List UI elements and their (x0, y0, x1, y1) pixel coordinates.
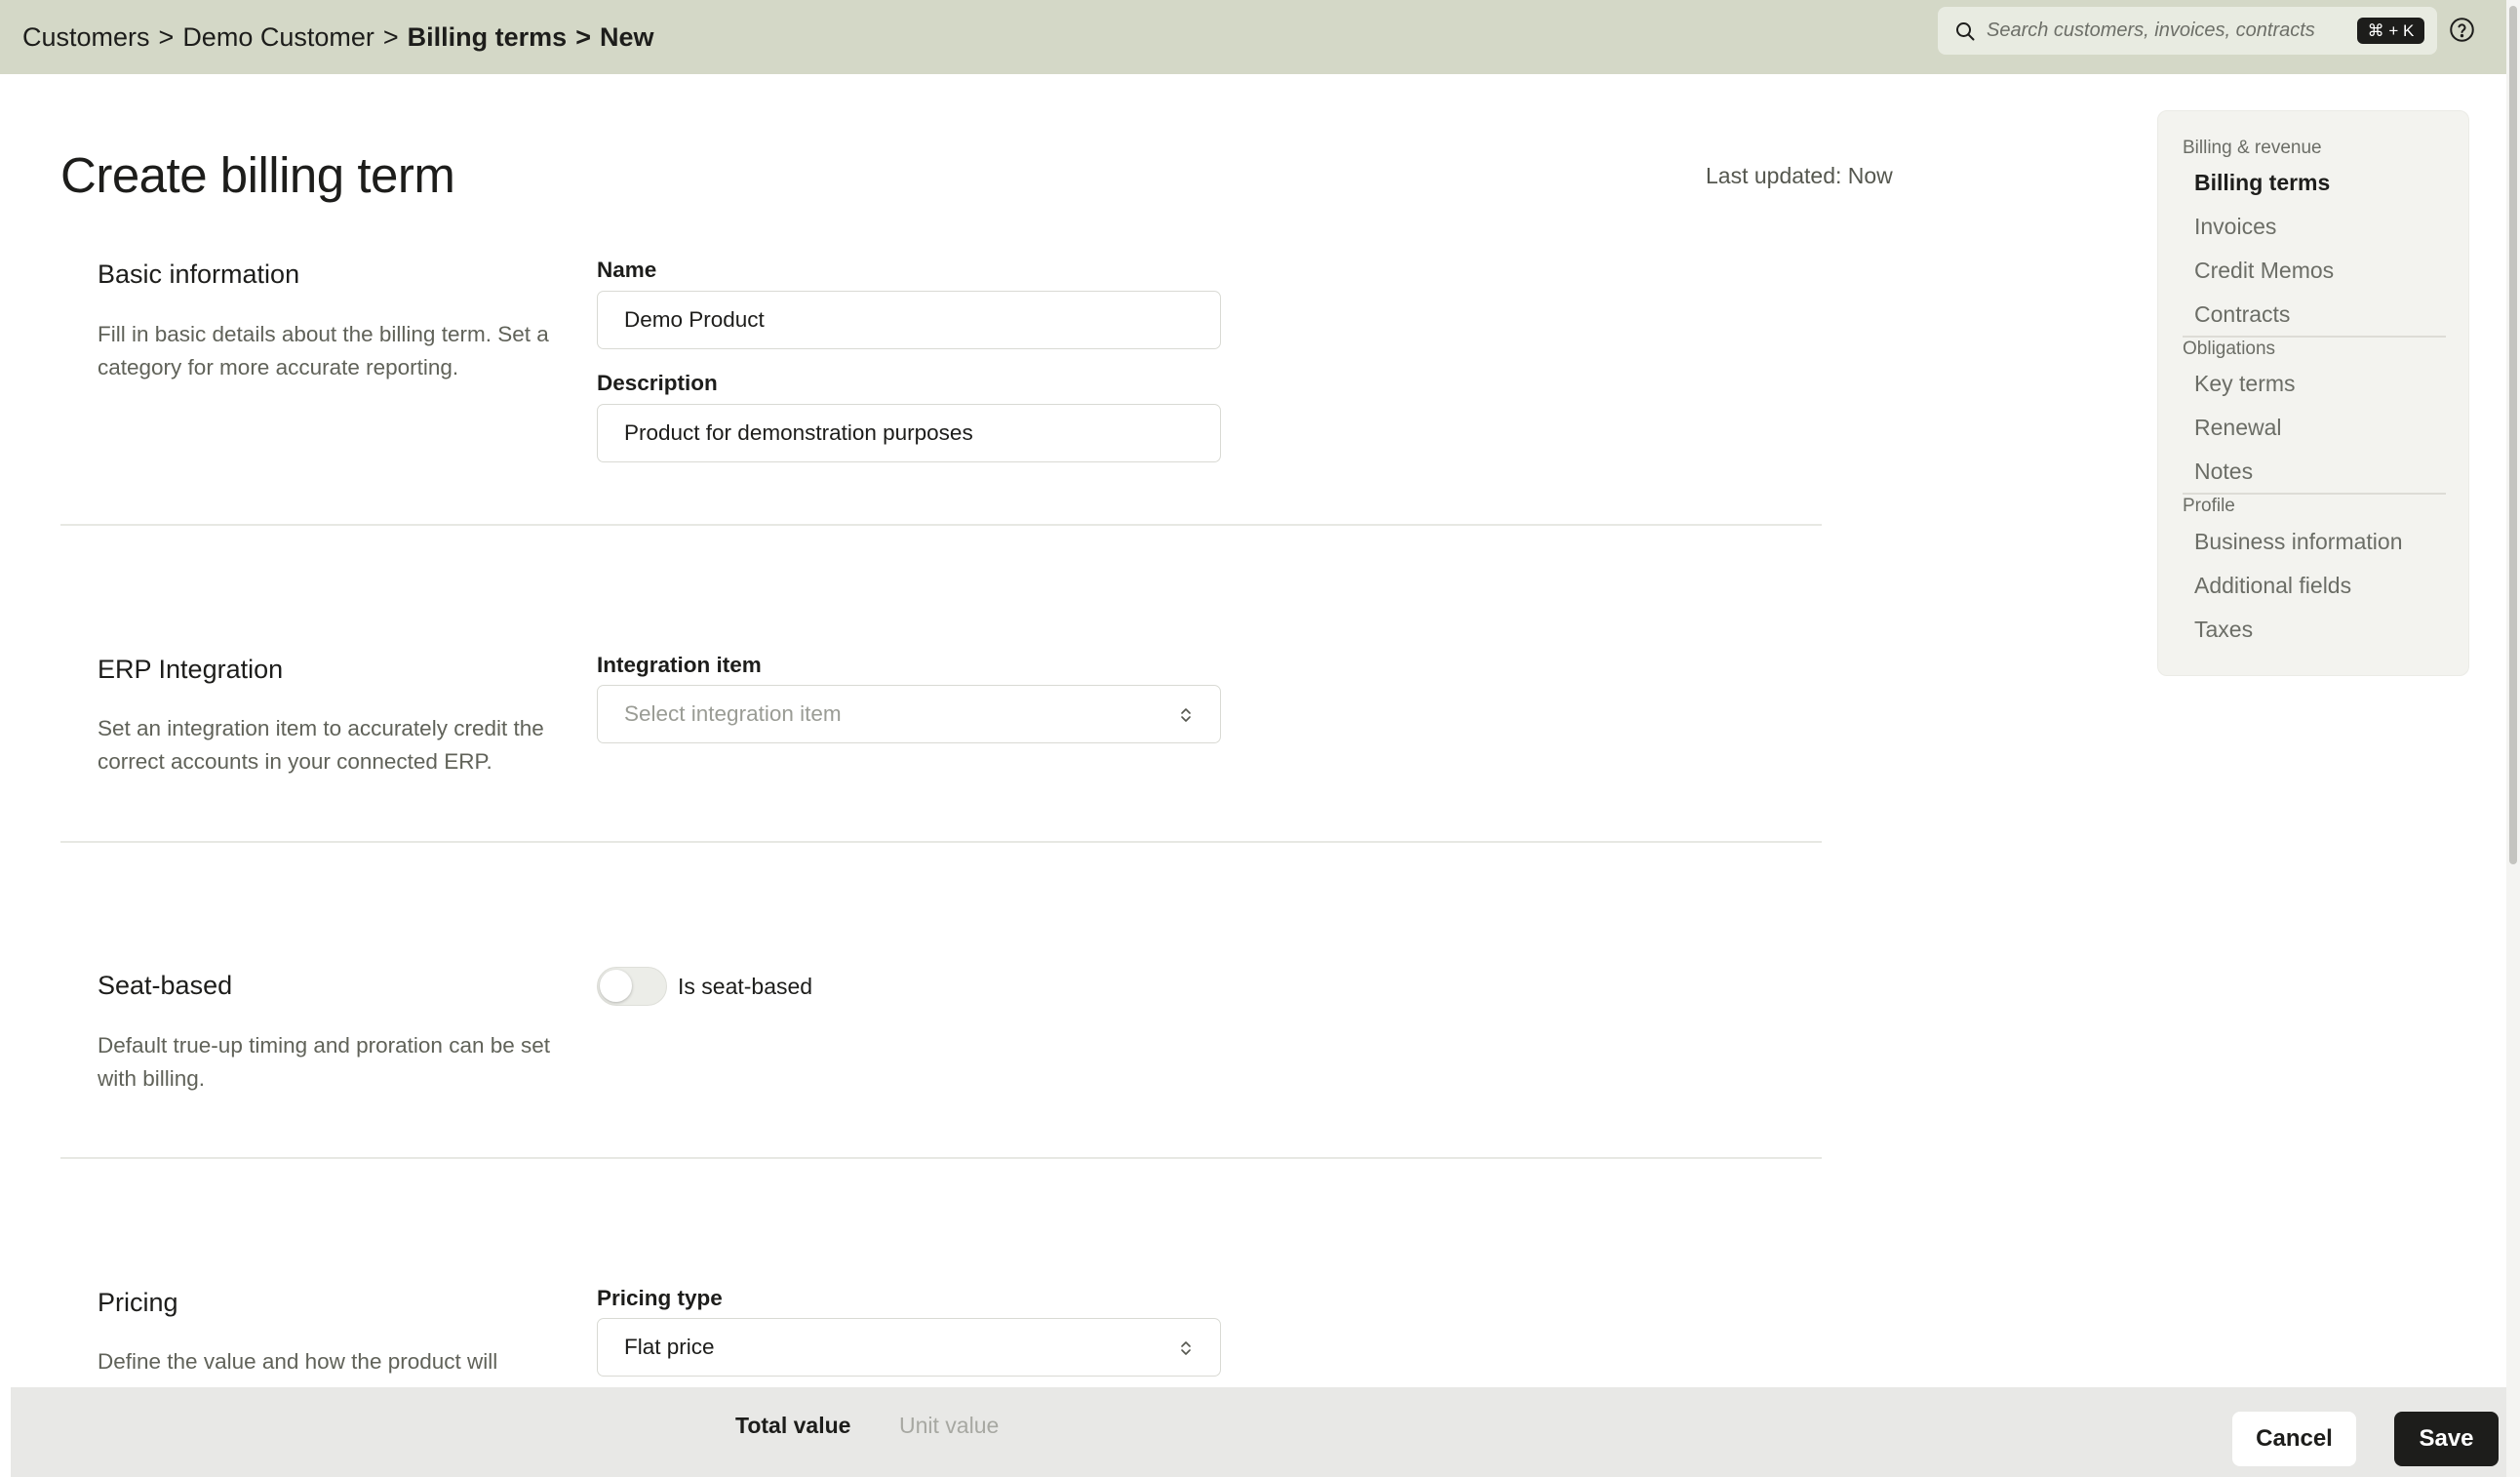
name-input[interactable] (597, 291, 1221, 349)
tab-unit-value[interactable]: Unit value (899, 1413, 999, 1439)
nav-item-invoices[interactable]: Invoices (2194, 214, 2276, 240)
cancel-button[interactable]: Cancel (2232, 1412, 2356, 1466)
nav-item-key-terms[interactable]: Key terms (2194, 371, 2296, 397)
pricing-title: Pricing (98, 1288, 178, 1317)
nav-item-billing-terms[interactable]: Billing terms (2194, 170, 2330, 196)
integration-item-label: Integration item (597, 653, 762, 677)
breadcrumb-billing-terms[interactable]: Billing terms (408, 22, 568, 53)
nav-item-renewal[interactable]: Renewal (2194, 415, 2282, 441)
breadcrumb-customers[interactable]: Customers (22, 22, 150, 53)
seat-based-description: Default true-up timing and proration can… (98, 1033, 551, 1091)
breadcrumb-new: New (599, 21, 654, 52)
chevron-updown-icon (1181, 1341, 1191, 1355)
erp-integration-description: Set an integration item to accurately cr… (98, 716, 544, 774)
search-input[interactable] (1987, 16, 2347, 45)
pricing-type-select[interactable]: Flat price (597, 1318, 1221, 1377)
nav-item-notes[interactable]: Notes (2194, 459, 2253, 485)
nav-divider (2183, 493, 2446, 495)
breadcrumb: Customers > Demo Customer > Billing term… (22, 22, 654, 53)
seat-based-toggle[interactable] (597, 967, 667, 1006)
pricing-type-label: Pricing type (597, 1286, 723, 1310)
chevron-updown-icon (1181, 708, 1191, 722)
seat-based-toggle-label: Is seat-based (678, 974, 813, 999)
top-bar: Customers > Demo Customer > Billing term… (0, 0, 2506, 74)
section-navigation: Billing & revenue Billing terms Invoices… (2157, 110, 2469, 676)
nav-item-contracts[interactable]: Contracts (2194, 301, 2290, 328)
breadcrumb-separator: > (158, 21, 175, 52)
section-divider (60, 524, 1822, 526)
global-search[interactable]: ⌘ + K (1938, 7, 2437, 55)
integration-item-select[interactable]: Select integration item (597, 685, 1221, 743)
basic-info-title: Basic information (98, 259, 300, 289)
search-shortcut-badge: ⌘ + K (2357, 18, 2424, 44)
help-icon[interactable] (2449, 17, 2475, 43)
search-icon (1956, 22, 1975, 41)
scrollbar-thumb[interactable] (2509, 6, 2517, 864)
last-updated-text: Last updated: Now (1706, 163, 1893, 188)
seat-based-title: Seat-based (98, 971, 233, 1000)
nav-item-taxes[interactable]: Taxes (2194, 617, 2253, 643)
integration-item-placeholder: Select integration item (624, 701, 842, 726)
toggle-knob (600, 970, 632, 1002)
breadcrumb-demo-customer[interactable]: Demo Customer (182, 22, 374, 53)
pricing-type-value: Flat price (624, 1335, 715, 1359)
basic-info-description: Fill in basic details about the billing … (98, 322, 549, 379)
nav-divider (2183, 336, 2446, 338)
nav-item-business-information[interactable]: Business information (2194, 529, 2403, 555)
nav-item-additional-fields[interactable]: Additional fields (2194, 573, 2351, 599)
save-button[interactable]: Save (2394, 1412, 2499, 1466)
nav-item-credit-memos[interactable]: Credit Memos (2194, 258, 2334, 284)
erp-integration-title: ERP Integration (98, 655, 284, 684)
section-divider (60, 841, 1822, 843)
name-label: Name (597, 258, 657, 282)
tab-total-value[interactable]: Total value (735, 1413, 850, 1439)
section-divider (60, 1157, 1822, 1159)
description-input[interactable] (597, 404, 1221, 462)
nav-group-billing-revenue: Billing & revenue (2183, 138, 2322, 158)
nav-group-profile: Profile (2183, 496, 2235, 516)
page-title: Create billing term (60, 147, 455, 203)
bottom-action-bar (11, 1387, 2506, 1477)
breadcrumb-separator: > (382, 21, 399, 52)
pricing-description: Define the value and how the product wil… (98, 1349, 498, 1374)
nav-group-obligations: Obligations (2183, 339, 2276, 359)
description-label: Description (597, 371, 718, 395)
breadcrumb-separator: > (575, 21, 591, 52)
